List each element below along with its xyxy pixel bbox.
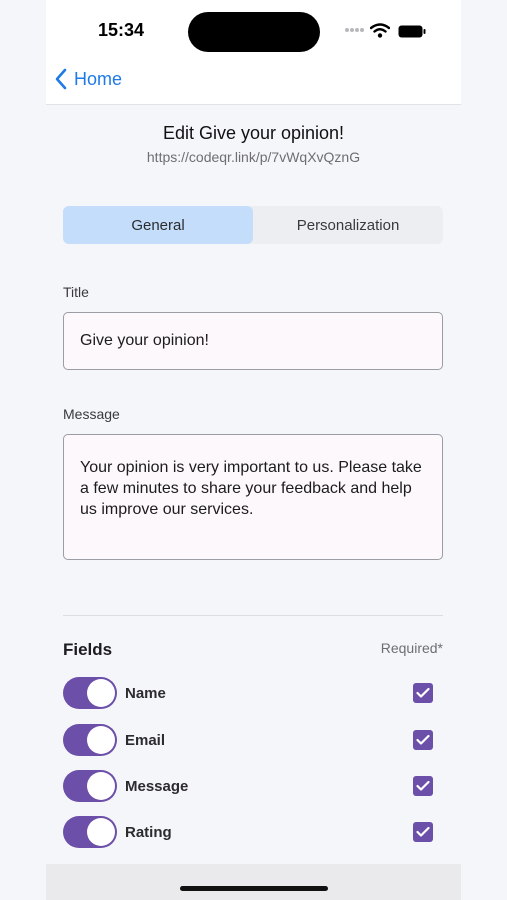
status-bar: 15:34 — [46, 0, 461, 62]
segmented-control: General Personalization — [63, 206, 443, 244]
fields-heading: Fields — [63, 640, 113, 659]
message-label: Message — [63, 406, 120, 422]
bottom-bar — [46, 864, 461, 900]
app-screen: 15:34 Home Edit Give your opinion! https… — [46, 0, 461, 900]
toggle-knob — [87, 726, 115, 754]
battery-icon — [398, 25, 426, 38]
wifi-icon — [370, 23, 390, 38]
chevron-left-icon — [55, 68, 67, 90]
title-input[interactable]: Give your opinion! — [63, 312, 443, 370]
tab-personalization[interactable]: Personalization — [253, 206, 443, 244]
name-toggle[interactable] — [63, 677, 117, 709]
field-row-name: Name — [63, 677, 443, 711]
field-label: Message — [125, 778, 189, 795]
email-toggle[interactable] — [63, 724, 117, 756]
message-textarea[interactable]: Your opinion is very important to us. Pl… — [63, 434, 443, 560]
rating-toggle[interactable] — [63, 816, 117, 848]
page-title: Edit Give your opinion! — [162, 123, 345, 143]
checkmark-icon — [416, 687, 430, 698]
signal-icon — [345, 28, 364, 32]
rating-required-checkbox[interactable] — [413, 822, 433, 842]
tab-general[interactable]: General — [63, 206, 253, 244]
checkmark-icon — [416, 734, 430, 745]
page-url: https://codeqr.link/p/7vWqXvQznG — [146, 149, 361, 165]
toggle-knob — [87, 772, 115, 800]
status-time: 15:34 — [98, 20, 145, 40]
message-toggle[interactable] — [63, 770, 117, 802]
message-required-checkbox[interactable] — [413, 776, 433, 796]
title-label: Title — [63, 284, 89, 300]
navigation-bar: Home — [46, 62, 461, 105]
checkmark-icon — [416, 780, 430, 791]
field-label: Rating — [125, 824, 172, 841]
field-row-message: Message — [63, 770, 443, 804]
field-row-rating: Rating — [63, 816, 443, 850]
dynamic-island — [188, 12, 320, 52]
email-required-checkbox[interactable] — [413, 730, 433, 750]
name-required-checkbox[interactable] — [413, 683, 433, 703]
home-indicator[interactable] — [180, 886, 328, 891]
field-row-email: Email — [63, 724, 443, 758]
back-button[interactable]: Home — [54, 68, 122, 90]
toggle-knob — [87, 818, 115, 846]
divider — [63, 615, 443, 616]
checkmark-icon — [416, 826, 430, 837]
required-label: Required* — [380, 640, 443, 656]
back-label: Home — [74, 68, 123, 89]
field-label: Email — [125, 732, 166, 749]
toggle-knob — [87, 679, 115, 707]
field-label: Name — [125, 685, 166, 702]
